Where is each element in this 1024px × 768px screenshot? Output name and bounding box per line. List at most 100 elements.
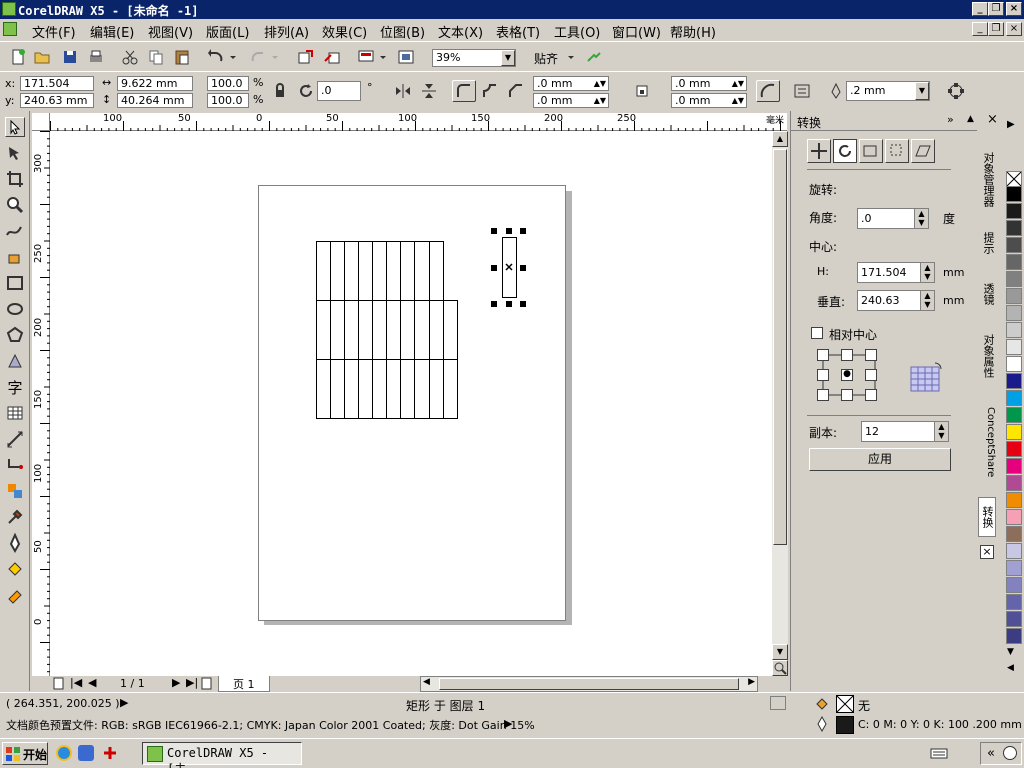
corner-radius-4-spinner[interactable]: ▲▼ [732,94,744,107]
center-h-field[interactable]: 171.504 ▲ ▼ [857,262,935,283]
print-icon[interactable] [86,47,106,67]
corner-radius-2-field[interactable]: .0 mm ▲▼ [533,93,609,108]
scroll-left-button[interactable]: ◀ [423,677,430,687]
relative-corner-scaling-icon[interactable] [756,80,780,102]
menu-tools[interactable]: 工具(O) [554,22,600,41]
anchor-center[interactable]: ● [841,369,853,381]
color-swatch[interactable] [1006,305,1022,321]
color-swatch[interactable] [1006,186,1022,202]
menu-arrange[interactable]: 排列(A) [264,22,309,41]
color-swatch[interactable] [1006,339,1022,355]
horizontal-scroll-thumb[interactable] [439,678,739,690]
first-page-icon[interactable]: |◀ [70,676,82,689]
doc-restore-button[interactable]: ❐ [988,22,1004,36]
scroll-right-button[interactable]: ▶ [748,677,755,687]
corner-radius-3-field[interactable]: .0 mm ▲▼ [671,76,747,91]
taskbar-coreldraw-button[interactable]: CorelDRAW X5 - [未... [142,742,302,768]
horizontal-ruler[interactable]: 100 50 0 50 100 150 200 250 毫米 [50,113,787,131]
copy-icon[interactable] [146,47,166,67]
document-color-profile[interactable]: 文档颜色预置文件: RGB: sRGB IEC61966-2.1; CMYK: … [6,717,535,733]
palette-scroll-left-icon[interactable]: ▶ [1007,119,1015,130]
anchor-top-right[interactable] [865,349,877,361]
dimension-tool-icon[interactable] [5,429,25,449]
scale-x-field[interactable]: 100.0 [207,76,249,91]
corner-radius-2-spinner[interactable]: ▲▼ [594,94,606,107]
color-swatch[interactable] [1006,526,1022,542]
tab-transform[interactable]: 转换 [978,497,996,537]
y-position-field[interactable]: 240.63 mm [20,93,94,108]
close-docker-icon[interactable]: × [987,112,998,127]
close-tab-strip-icon[interactable]: × [980,545,994,559]
menu-effects[interactable]: 效果(C) [322,22,367,41]
eyedropper-tool-icon[interactable] [5,507,25,527]
apply-button[interactable]: 应用 [809,448,951,471]
app-quicklaunch-icon[interactable] [102,745,118,761]
paste-icon[interactable] [172,47,192,67]
maximize-button[interactable]: ❐ [988,2,1004,16]
shape-tool-icon[interactable] [5,143,25,163]
selected-rectangle[interactable] [491,228,526,307]
smart-fill-tool-icon[interactable] [5,247,25,267]
x-position-field[interactable]: 171.504 mm [20,76,94,103]
document-icon[interactable] [3,22,17,36]
color-swatch[interactable] [1006,373,1022,389]
undo-icon[interactable] [206,47,226,67]
center-h-spinner[interactable]: ▲ ▼ [920,263,934,282]
copies-field[interactable]: 12 ▲ ▼ [861,421,949,442]
outline-color-swatch[interactable] [836,716,854,734]
color-swatch[interactable] [1006,254,1022,270]
horizontal-scrollbar[interactable]: ◀ ▶ [420,676,758,692]
color-swatch[interactable] [1006,424,1022,440]
zoom-tool-icon[interactable] [5,195,25,215]
color-swatch[interactable] [1006,237,1022,253]
next-page-icon[interactable]: ▶ [172,676,180,689]
round-corner-icon[interactable] [452,80,476,102]
tab-hints[interactable]: 提示 [978,223,996,263]
tray-expand-icon[interactable]: « [987,746,995,761]
scroll-up-button[interactable]: ▲ [772,131,788,147]
connector-tool-icon[interactable] [5,455,25,475]
palette-scroll-down-icon[interactable]: ▼ [1007,647,1014,657]
color-swatch[interactable] [1006,458,1022,474]
tab-conceptshare[interactable]: ConceptShare [978,393,996,491]
snap-dropdown-icon[interactable] [566,47,576,67]
zoom-dropdown-button[interactable]: ▼ [501,50,515,66]
text-tool-icon[interactable]: 字 [5,377,25,397]
color-swatch[interactable] [1006,203,1022,219]
export-icon[interactable] [322,47,342,67]
status-expand-icon[interactable]: ▶ [120,696,128,709]
page-tab[interactable]: 页 1 [218,676,270,692]
pick-tool-icon[interactable] [5,117,25,137]
position-tab-icon[interactable] [807,139,831,163]
color-swatch[interactable] [1006,271,1022,287]
menu-table[interactable]: 表格(T) [496,22,540,41]
new-icon[interactable] [8,47,28,67]
anchor-top-center[interactable] [841,349,853,361]
outline-width-dropdown[interactable]: ▼ [915,82,929,100]
chrome-quicklaunch-icon[interactable] [56,745,72,761]
save-icon[interactable] [60,47,80,67]
color-swatch[interactable] [1006,492,1022,508]
color-swatch[interactable] [1006,594,1022,610]
outline-width-field[interactable]: .2 mm ▼ [846,81,930,101]
color-swatch[interactable] [1006,220,1022,236]
color-swatch[interactable] [1006,288,1022,304]
color-swatch[interactable] [1006,611,1022,627]
wrap-text-icon[interactable] [792,81,812,101]
center-v-spinner[interactable]: ▲ ▼ [920,291,934,310]
color-swatch[interactable] [1006,560,1022,576]
snapshot-icon[interactable] [770,696,786,710]
add-page-after-icon[interactable] [200,677,214,691]
color-swatch[interactable] [1006,628,1022,644]
crop-tool-icon[interactable] [5,169,25,189]
last-page-icon[interactable]: ▶| [186,676,198,689]
launcher-dropdown-icon[interactable] [378,47,388,67]
anchor-bottom-left[interactable] [817,389,829,401]
mirror-horizontal-icon[interactable] [393,81,413,101]
tab-object-properties[interactable]: 对象属性 [978,323,996,389]
corner-radius-4-field[interactable]: .0 mm ▲▼ [671,93,747,108]
color-swatch[interactable] [1006,407,1022,423]
menu-edit[interactable]: 编辑(E) [90,22,134,41]
outline-tool-icon[interactable] [5,532,25,554]
color-swatch[interactable] [1006,475,1022,491]
